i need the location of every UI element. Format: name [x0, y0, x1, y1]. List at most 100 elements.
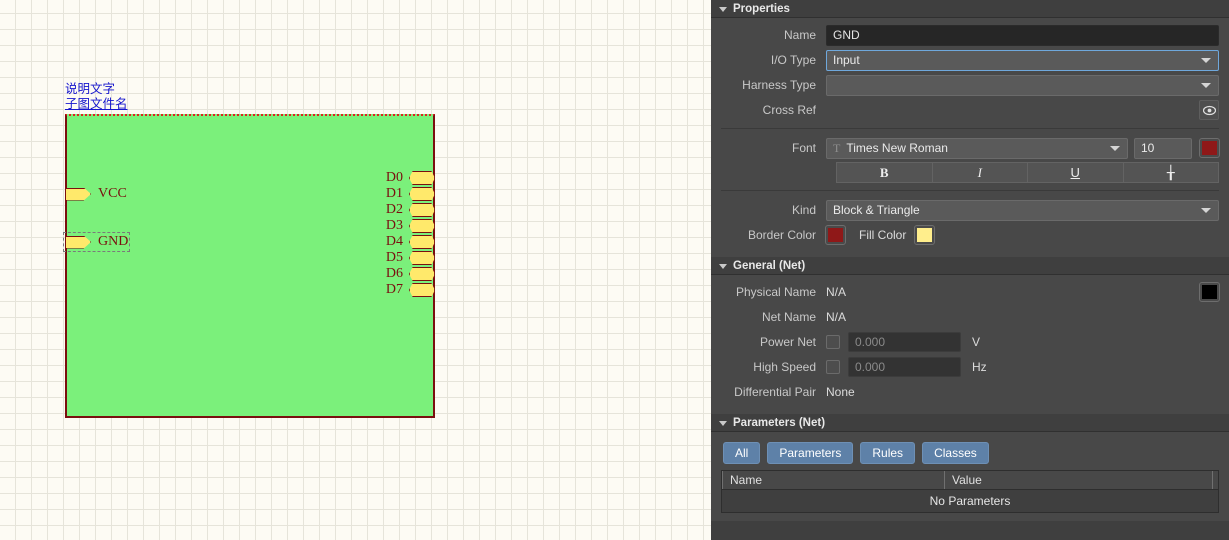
- tab-parameters[interactable]: Parameters: [767, 442, 854, 464]
- io-type-dropdown[interactable]: Input: [826, 49, 1219, 71]
- pin-label: D7: [385, 282, 403, 297]
- section-header-parameters-net[interactable]: Parameters (Net): [711, 414, 1229, 432]
- row-physical-name: Physical Name N/A: [721, 281, 1220, 303]
- italic-button[interactable]: I: [932, 162, 1028, 183]
- pin-label: D2: [385, 202, 403, 217]
- section-title: General (Net): [733, 259, 806, 272]
- differential-pair-value: None: [826, 385, 855, 399]
- pin-hex-icon: [409, 235, 435, 249]
- properties-panel: Properties Name GND I/O Type Input Harne…: [711, 0, 1229, 540]
- underline-button[interactable]: U: [1028, 162, 1124, 183]
- section-title: Parameters (Net): [733, 416, 826, 429]
- border-color-label: Border Color: [747, 228, 816, 242]
- sheet-symbol-block[interactable]: VCC GND D0 D1 D2 D3 D4 D5 D6 D7: [62, 114, 435, 418]
- application-window: 说明文字 子图文件名 VCC GND D0 D1 D2 D3 D4 D5 D6 …: [0, 0, 1229, 540]
- pin-label: D3: [385, 218, 403, 233]
- section-title: Properties: [733, 2, 790, 15]
- pin-label: D5: [385, 250, 403, 265]
- table-header-row: Name Value: [722, 471, 1218, 490]
- kind-label: Kind: [791, 203, 816, 217]
- sheet-filename-text[interactable]: 子图文件名: [65, 96, 128, 111]
- tab-rules[interactable]: Rules: [860, 442, 916, 464]
- parameter-filter-tabs: All Parameters Rules Classes: [723, 442, 1219, 464]
- pin-hex-icon: [409, 171, 435, 185]
- sheet-entry-d4[interactable]: D4: [386, 234, 435, 250]
- parameters-table: Name Value No Parameters: [721, 470, 1219, 513]
- sheet-entry-d5[interactable]: D5: [386, 250, 435, 266]
- section-body-parameters-net: All Parameters Rules Classes Name Value …: [711, 432, 1229, 521]
- pin-label: VCC: [98, 186, 127, 201]
- sheet-entry-d2[interactable]: D2: [386, 202, 435, 218]
- pin-hex-icon: [409, 187, 435, 201]
- high-speed-input[interactable]: 0.000: [848, 357, 961, 377]
- sheet-entry-d0[interactable]: D0: [386, 170, 435, 186]
- font-size-dropdown[interactable]: 10: [1134, 137, 1192, 159]
- sheet-entry-d6[interactable]: D6: [386, 266, 435, 282]
- cross-ref-eye-button[interactable]: [1199, 100, 1219, 120]
- pin-label: D6: [385, 266, 403, 281]
- fill-color-swatch[interactable]: [914, 225, 936, 245]
- name-input[interactable]: GND: [826, 24, 1219, 46]
- strikethrough-button[interactable]: ╁: [1123, 162, 1219, 183]
- pin-hex-icon: [409, 219, 435, 233]
- high-speed-checkbox[interactable]: [826, 360, 840, 374]
- font-style-buttons: B I U ╁: [836, 162, 1219, 183]
- high-speed-label: High Speed: [753, 360, 816, 374]
- row-cross-ref: Cross Ref: [721, 99, 1219, 121]
- border-color-swatch[interactable]: [825, 225, 846, 245]
- pin-hex-icon: [409, 283, 435, 297]
- pin-hex-icon: [409, 203, 435, 217]
- font-family-value: Times New Roman: [846, 140, 948, 155]
- power-net-label: Power Net: [759, 335, 816, 349]
- harness-type-dropdown[interactable]: [826, 74, 1219, 96]
- chevron-down-icon: [1201, 83, 1211, 88]
- collapse-triangle-icon: [719, 7, 727, 12]
- row-font: Font T Times New Roman 10: [721, 137, 1220, 159]
- power-net-checkbox[interactable]: [826, 335, 840, 349]
- physical-name-label: Physical Name: [735, 285, 816, 299]
- font-color-swatch[interactable]: [1199, 138, 1220, 158]
- font-t-icon: T: [833, 140, 841, 155]
- font-size-value: 10: [1141, 140, 1155, 155]
- row-kind: Kind Block & Triangle: [721, 199, 1219, 221]
- net-color-swatch[interactable]: [1199, 282, 1220, 302]
- pin-label: D1: [385, 186, 403, 201]
- row-harness-type: Harness Type: [721, 74, 1219, 96]
- differential-pair-label: Differential Pair: [734, 385, 816, 399]
- physical-name-value: N/A: [826, 285, 847, 299]
- divider: [721, 190, 1219, 191]
- sheet-entry-d7[interactable]: D7: [386, 282, 435, 298]
- chevron-down-icon: [1201, 208, 1211, 213]
- column-header-value[interactable]: Value: [944, 471, 1212, 489]
- tab-all[interactable]: All: [723, 442, 761, 464]
- sheet-entry-gnd[interactable]: GND: [62, 232, 131, 252]
- section-header-properties[interactable]: Properties: [711, 0, 1229, 18]
- sheet-entry-d3[interactable]: D3: [386, 218, 435, 234]
- chevron-down-icon: [1201, 58, 1211, 63]
- pin-hex-icon: [409, 267, 435, 281]
- table-empty-message: No Parameters: [722, 490, 1218, 512]
- sheet-description-text[interactable]: 说明文字: [65, 81, 115, 96]
- schematic-canvas[interactable]: 说明文字 子图文件名 VCC GND D0 D1 D2 D3 D4 D5 D6 …: [0, 0, 711, 540]
- pin-hex-icon: [409, 251, 435, 265]
- pin-arrow-icon: [65, 187, 91, 201]
- section-header-general-net[interactable]: General (Net): [711, 257, 1229, 275]
- column-header-name[interactable]: Name: [722, 471, 944, 489]
- tab-classes[interactable]: Classes: [922, 442, 989, 464]
- row-high-speed: High Speed 0.000 Hz: [721, 356, 1219, 378]
- kind-dropdown[interactable]: Block & Triangle: [826, 199, 1219, 221]
- kind-value: Block & Triangle: [833, 202, 920, 217]
- sheet-entry-d1[interactable]: D1: [386, 186, 435, 202]
- sheet-entry-vcc[interactable]: VCC: [65, 186, 127, 202]
- row-name: Name GND: [721, 24, 1219, 46]
- row-differential-pair: Differential Pair None: [721, 381, 1219, 403]
- power-net-input[interactable]: 0.000: [848, 332, 961, 352]
- bold-button[interactable]: B: [836, 162, 933, 183]
- collapse-triangle-icon: [719, 421, 727, 426]
- harness-type-label: Harness Type: [742, 78, 816, 92]
- io-type-label: I/O Type: [770, 53, 816, 67]
- column-header-end: [1212, 471, 1218, 489]
- font-family-dropdown[interactable]: T Times New Roman: [826, 137, 1128, 159]
- row-power-net: Power Net 0.000 V: [721, 331, 1219, 353]
- pin-arrow-icon: [65, 235, 91, 249]
